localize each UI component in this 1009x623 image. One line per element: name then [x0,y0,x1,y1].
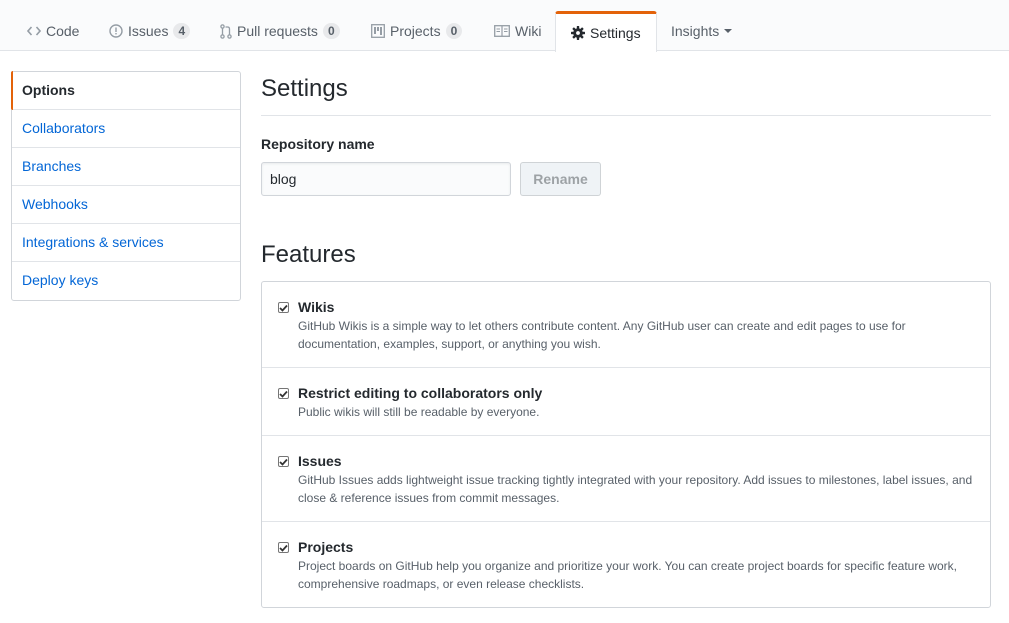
projects-checkbox[interactable] [278,542,289,553]
features-title: Features [261,241,356,268]
tab-insights[interactable]: Insights [671,11,733,51]
menu-item-branches[interactable]: Branches [12,148,240,186]
project-icon [371,24,385,38]
menu-item-webhooks[interactable]: Webhooks [12,186,240,224]
features-box: Wikis GitHub Wikis is a simple way to le… [261,281,991,608]
tab-code[interactable]: Code [27,11,79,51]
tab-issues[interactable]: Issues 4 [109,11,191,51]
tab-label: Wiki [515,23,542,39]
feature-restrict-editing: Restrict editing to collaborators only P… [262,368,990,436]
pull-requests-count-badge: 0 [322,23,340,39]
feature-title: Wikis [298,299,335,315]
feature-projects: Projects Project boards on GitHub help y… [262,522,990,607]
code-icon [27,25,41,37]
menu-item-deploy-keys[interactable]: Deploy keys [12,262,240,300]
tab-label: Pull requests [237,23,318,39]
book-icon [494,25,510,37]
tab-label: Issues [128,23,169,39]
feature-description: Project boards on GitHub help you organi… [298,559,958,591]
wikis-checkbox[interactable] [278,302,289,313]
feature-description: Public wikis will still be readable by e… [298,405,540,419]
tab-label: Code [46,23,80,39]
repo-nav: Code Issues 4 Pull requests 0 Projects 0… [0,0,1009,52]
feature-description: GitHub Wikis is a simple way to let othe… [298,319,906,351]
menu-item-collaborators[interactable]: Collaborators [12,110,240,148]
projects-count-badge: 0 [445,23,463,39]
menu-item-options[interactable]: Options [11,71,240,110]
tab-label: Settings [590,25,641,41]
rename-form: Rename [261,162,991,196]
issues-count-badge: 4 [173,23,191,39]
settings-main: Settings Repository name Rename Features… [261,71,991,608]
feature-title: Projects [298,539,354,555]
settings-menu: Options Collaborators Branches Webhooks … [11,71,241,301]
issue-opened-icon [109,24,123,38]
repository-name-input[interactable] [261,162,511,196]
tab-settings[interactable]: Settings [555,11,657,52]
repository-name-label: Repository name [261,136,375,152]
tab-projects[interactable]: Projects 0 [371,11,463,51]
tab-label: Projects [390,23,441,39]
tab-wiki[interactable]: Wiki [494,11,541,51]
check-icon [279,390,288,398]
menu-item-integrations-services[interactable]: Integrations & services [12,224,240,262]
feature-wikis: Wikis GitHub Wikis is a simple way to le… [262,282,990,368]
rename-button[interactable]: Rename [520,162,601,196]
git-pull-request-icon [220,23,232,39]
feature-title: Issues [298,453,342,469]
feature-title: Restrict editing to collaborators only [298,385,543,401]
check-icon [279,544,288,552]
feature-description: GitHub Issues adds lightweight issue tra… [298,473,973,505]
tab-label: Insights [671,23,720,39]
check-icon [279,304,288,312]
restrict-editing-checkbox[interactable] [278,388,289,399]
feature-issues: Issues GitHub Issues adds lightweight is… [262,436,990,522]
tab-pull-requests[interactable]: Pull requests 0 [220,11,340,51]
page-title: Settings [261,71,991,116]
triangle-down-icon [724,29,733,33]
issues-checkbox[interactable] [278,456,289,467]
check-icon [279,458,288,466]
gear-icon [571,26,585,40]
